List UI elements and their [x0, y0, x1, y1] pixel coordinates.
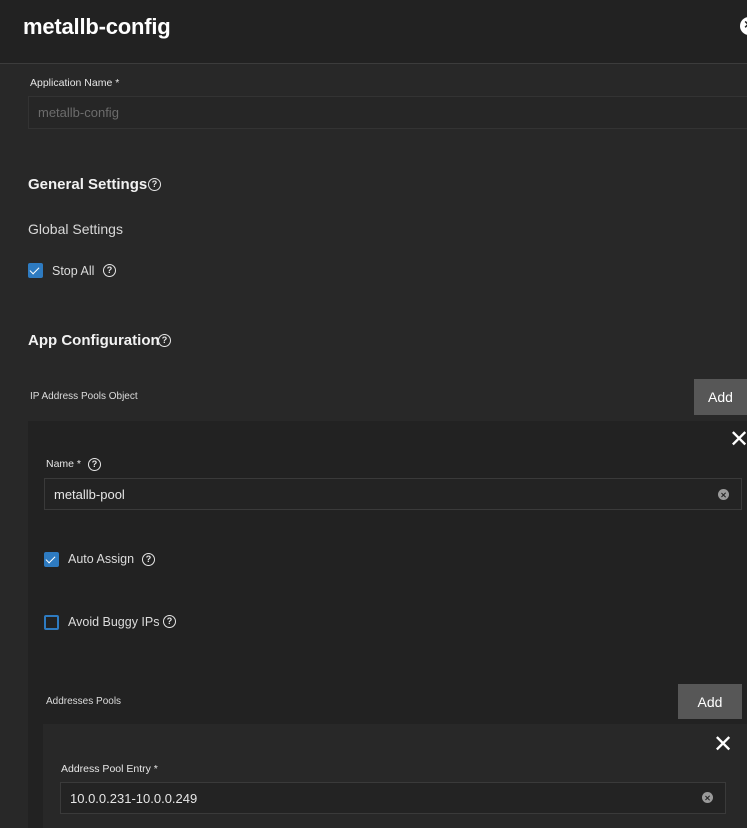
address-pool-entry-value: 10.0.0.231-10.0.0.249 [70, 790, 198, 806]
help-icon[interactable]: ? [163, 615, 176, 628]
add-ip-pool-button[interactable]: Add [694, 379, 747, 415]
help-icon[interactable]: ? [142, 553, 155, 566]
help-icon[interactable]: ? [88, 458, 101, 471]
help-icon[interactable]: ? [103, 264, 116, 277]
address-pool-entry-label: Address Pool Entry * [61, 763, 158, 775]
add-address-pool-button[interactable]: Add [678, 684, 742, 719]
general-settings-title: General Settings [28, 176, 148, 193]
page-title: metallb-config [23, 14, 171, 39]
application-name-value: metallb-config [38, 105, 119, 120]
stop-all-label: Stop All [52, 264, 95, 278]
remove-entry-icon[interactable]: ✕ [713, 733, 733, 757]
auto-assign-label: Auto Assign [68, 552, 135, 566]
help-icon[interactable]: ? [148, 178, 161, 191]
global-settings-title: Global Settings [28, 221, 123, 237]
remove-pool-icon[interactable]: ✕ [729, 428, 747, 452]
address-pool-entry-input[interactable]: 10.0.0.231-10.0.0.249 [60, 782, 726, 814]
avoid-buggy-ips-label: Avoid Buggy IPs [68, 615, 160, 629]
auto-assign-checkbox[interactable] [44, 552, 59, 567]
application-name-label: Application Name * [30, 77, 120, 89]
clear-icon[interactable] [718, 489, 729, 500]
ip-address-pools-label: IP Address Pools Object [30, 391, 138, 402]
clear-icon[interactable] [702, 792, 713, 803]
app-configuration-title: App Configuration [28, 332, 160, 349]
help-icon[interactable]: ? [158, 334, 171, 347]
addresses-pools-label: Addresses Pools [46, 696, 122, 707]
application-name-input[interactable]: metallb-config [28, 96, 747, 129]
pool-name-input[interactable]: metallb-pool [44, 478, 742, 510]
pool-name-label: Name * [46, 458, 82, 470]
pool-name-value: metallb-pool [54, 486, 125, 502]
stop-all-checkbox[interactable] [28, 263, 43, 278]
avoid-buggy-ips-checkbox[interactable] [44, 615, 59, 630]
